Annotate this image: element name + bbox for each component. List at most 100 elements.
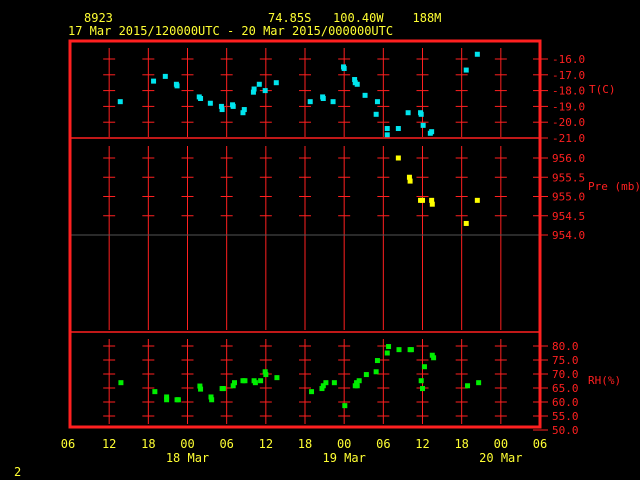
temperature-point (463, 67, 469, 73)
y-tick-label: 80.0 (552, 340, 579, 353)
y-tick-label: 55.0 (552, 410, 579, 423)
temperature-point (395, 126, 401, 132)
temperature-point (230, 103, 236, 109)
date-label: 20 Mar (479, 451, 522, 465)
temperature-point (307, 99, 313, 105)
pressure-point (474, 197, 480, 203)
y-tick-label: -20.0 (552, 116, 585, 129)
x-tick-label: 00 (337, 437, 351, 451)
y-tick-label: 955.5 (552, 171, 585, 184)
page-number: 2 (14, 465, 21, 479)
temperature-point (354, 81, 360, 87)
humidity-point (209, 397, 215, 403)
humidity-point (384, 350, 390, 356)
pressure-point (420, 197, 425, 203)
x-tick-label: 06 (61, 437, 75, 451)
humidity-axis-label: RH(%) (588, 374, 621, 387)
y-tick-label: 65.0 (552, 382, 579, 395)
humidity-point (242, 378, 248, 384)
y-tick-label: 955.0 (552, 191, 585, 204)
temperature-point (241, 107, 247, 113)
y-tick-label: 60.0 (552, 396, 579, 409)
temperature-point (151, 78, 157, 84)
humidity-point (274, 375, 280, 381)
temperature-point (256, 81, 262, 87)
pressure-point (463, 220, 469, 226)
x-tick-label: 12 (102, 437, 116, 451)
temperature-point (384, 132, 390, 138)
humidity-point (418, 378, 424, 384)
y-tick-label: 70.0 (552, 368, 579, 381)
temperature-point (362, 92, 368, 98)
time-period: 17 Mar 2015/120000UTC - 20 Mar 2015/0000… (68, 24, 393, 38)
humidity-point (175, 397, 181, 403)
pressure-point (407, 178, 413, 184)
humidity-point (309, 389, 315, 395)
temperature-point (429, 129, 435, 135)
temperature-point (373, 111, 379, 117)
y-tick-label: 954.5 (552, 210, 585, 223)
y-tick-label: 954.0 (552, 229, 585, 242)
humidity-point (356, 378, 362, 384)
y-tick-label: 50.0 (552, 424, 579, 437)
x-tick-label: 12 (259, 437, 273, 451)
humidity-point (118, 380, 124, 386)
humidity-point (363, 372, 369, 378)
y-tick-label: -16.0 (552, 53, 585, 66)
date-label: 18 Mar (166, 451, 209, 465)
humidity-point (420, 386, 425, 392)
humidity-point (152, 389, 158, 395)
humidity-point (263, 372, 269, 378)
y-tick-label: -21.0 (552, 132, 585, 145)
x-tick-label: 00 (180, 437, 194, 451)
meteogram-chart: 8923 74.85S 100.40W 188M 17 Mar 2015/120… (14, 11, 640, 479)
humidity-point (373, 369, 379, 375)
pressure-axis-label: Pre (mb) (588, 180, 640, 193)
humidity-point (232, 380, 237, 386)
y-tick-label: -17.0 (552, 69, 585, 82)
x-tick-label: 18 (141, 437, 155, 451)
x-tick-label: 18 (454, 437, 468, 451)
temperature-point (273, 80, 279, 86)
temperature-point (320, 96, 326, 101)
date-label: 19 Mar (322, 451, 365, 465)
temperature-point (262, 88, 268, 94)
temperature-point (198, 96, 204, 101)
temperature-point (207, 100, 213, 106)
humidity-point (354, 383, 360, 389)
humidity-point (431, 355, 437, 361)
temperature-point (330, 99, 336, 105)
humidity-point (252, 380, 258, 386)
humidity-point (323, 380, 329, 386)
x-tick-label: 18 (298, 437, 312, 451)
station-location: 74.85S 100.40W 188M (268, 11, 441, 25)
humidity-point (476, 380, 482, 386)
humidity-point (386, 344, 392, 350)
humidity-point (421, 364, 427, 370)
humidity-point (198, 386, 204, 392)
humidity-point (465, 383, 471, 389)
pressure-point (429, 201, 435, 207)
humidity-point (374, 358, 380, 364)
temperature-point (474, 51, 480, 57)
humidity-point (331, 380, 337, 386)
x-tick-label: 00 (494, 437, 508, 451)
temperature-point (418, 111, 424, 117)
y-tick-label: -19.0 (552, 100, 585, 113)
plot-area: -16.0 -17.0 -18.0 -19.0 -20.0 -21.0 T(C) 956.0 9… (61, 39, 640, 465)
temperature-point (174, 83, 180, 89)
temperature-point (162, 73, 168, 79)
station-id: 8923 (84, 11, 113, 25)
temperature-point (405, 110, 411, 116)
x-tick-label: 06 (219, 437, 233, 451)
x-tick-label: 12 (415, 437, 429, 451)
temperature-point (117, 99, 123, 105)
pressure-point (395, 155, 401, 161)
humidity-point (342, 403, 348, 409)
humidity-point (408, 347, 414, 353)
y-tick-label: -18.0 (552, 85, 585, 98)
humidity-point (220, 386, 226, 392)
temperature-point (374, 99, 380, 105)
y-tick-label: 75.0 (552, 354, 579, 367)
temperature-axis-label: T(C) (589, 83, 616, 96)
